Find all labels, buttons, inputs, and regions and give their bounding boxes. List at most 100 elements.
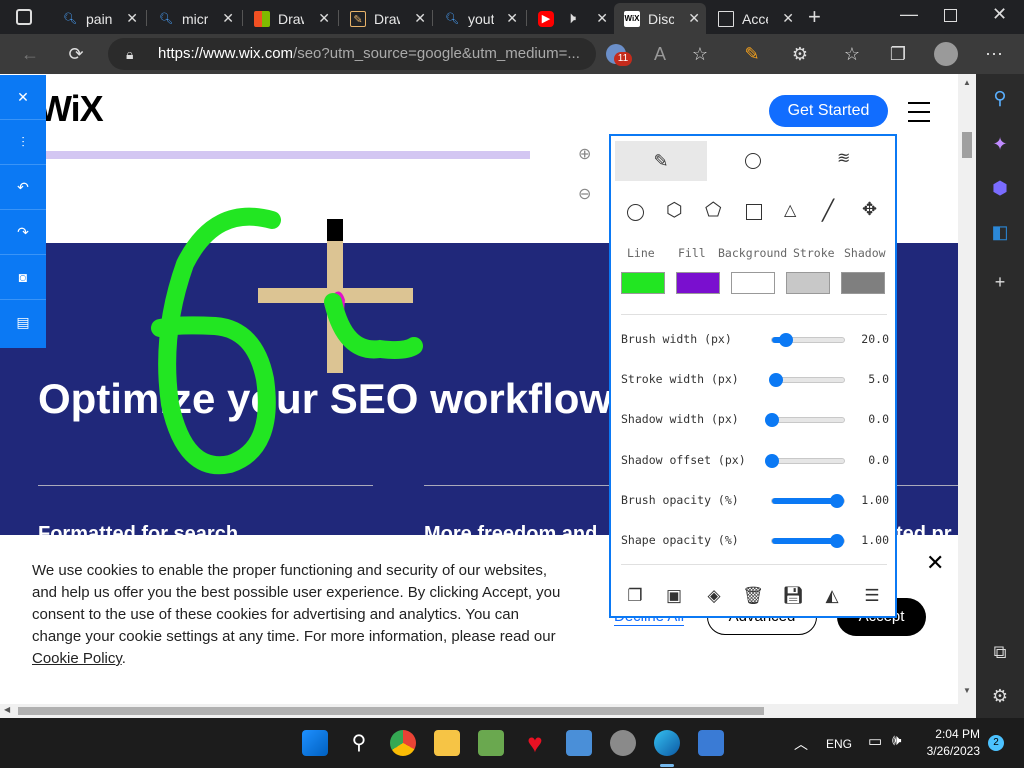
network-icon[interactable]: ▭	[868, 732, 882, 750]
settings-app-icon[interactable]	[610, 730, 636, 756]
chrome-icon[interactable]	[390, 730, 416, 756]
clock-time[interactable]: 2:04 PM	[930, 727, 980, 741]
slider-track[interactable]	[771, 494, 845, 508]
close-icon[interactable]: ✕	[782, 10, 794, 27]
circle-tool-icon[interactable]	[627, 204, 644, 221]
settings-gear-icon[interactable]: ⚙	[988, 684, 1012, 708]
scroll-down-arrow[interactable]: ▼	[963, 686, 971, 695]
print-icon[interactable]: ▤	[0, 300, 46, 345]
close-icon[interactable]: ✕	[126, 10, 138, 27]
close-icon[interactable]: ✕	[318, 10, 330, 27]
slider-thumb[interactable]	[765, 413, 779, 427]
close-icon[interactable]: ✕	[414, 10, 426, 27]
stroke-color-swatch[interactable]	[786, 272, 830, 294]
triangle-tool-icon[interactable]: △	[784, 200, 796, 220]
photos-icon[interactable]	[566, 730, 592, 756]
minimize-button[interactable]: —	[900, 4, 918, 25]
store-icon[interactable]	[698, 730, 724, 756]
scroll-left-arrow[interactable]: ◀	[4, 705, 10, 714]
extensions-icon[interactable]: ⚙	[788, 42, 812, 66]
tab-paint[interactable]: 🔍︎ pain ✕	[52, 3, 144, 34]
square-tool-icon[interactable]	[746, 204, 762, 220]
pencil-extension-icon[interactable]: ✎	[740, 42, 764, 66]
camera-icon[interactable]: ◙	[0, 255, 46, 300]
tab-pencil[interactable]: ✎	[615, 141, 707, 181]
tab-brush-settings-icon[interactable]: ≋	[837, 148, 850, 168]
search-icon[interactable]: ⚲	[346, 730, 372, 756]
close-icon[interactable]: ✕	[506, 10, 518, 27]
slider-track[interactable]	[765, 413, 845, 427]
back-arrow-icon[interactable]: ←	[18, 42, 42, 66]
windows-start-icon[interactable]	[302, 730, 328, 756]
move-tool-icon[interactable]: ✥	[862, 199, 877, 220]
horizontal-scrollbar[interactable]: ◀	[0, 704, 976, 718]
tab-acce[interactable]: Acce ✕	[708, 3, 800, 34]
new-tab-button[interactable]: +	[808, 4, 821, 30]
line-tool-icon[interactable]: ╱	[822, 198, 834, 223]
tab-circle[interactable]	[745, 153, 761, 169]
collections-icon[interactable]: ❐	[886, 42, 910, 66]
paste-icon[interactable]: ▣	[662, 584, 686, 608]
settings-sliders-icon[interactable]: ⫶	[0, 120, 46, 165]
slider-thumb[interactable]	[779, 333, 794, 347]
scrollbar-thumb[interactable]	[962, 132, 972, 158]
favorites-icon[interactable]: ☆	[840, 42, 864, 66]
save-icon[interactable]: 💾︎	[781, 584, 805, 608]
slider-thumb[interactable]	[829, 534, 844, 548]
outlook-icon[interactable]: ◧	[988, 220, 1012, 244]
tray-chevron-icon[interactable]: ︿	[794, 734, 808, 754]
slider-thumb[interactable]	[829, 494, 844, 508]
copilot-sparkle-icon[interactable]: ✦	[988, 132, 1012, 156]
scrollbar-thumb[interactable]	[18, 707, 764, 715]
add-icon[interactable]: +	[988, 270, 1012, 294]
file-explorer-icon[interactable]	[434, 730, 460, 756]
scroll-up-arrow[interactable]: ▲	[963, 78, 971, 87]
copy-icon[interactable]: ❐	[623, 584, 647, 608]
refresh-icon[interactable]: ⟳	[64, 42, 88, 66]
background-color-swatch[interactable]	[731, 272, 775, 294]
trash-icon[interactable]: 🗑︎	[741, 584, 765, 608]
tab-draw-2[interactable]: ✎ Draw ✕	[340, 3, 432, 34]
games-icon[interactable]: ⬢	[988, 176, 1012, 200]
line-color-swatch[interactable]	[621, 272, 665, 294]
tab-actions-icon[interactable]	[16, 9, 32, 25]
tab-youtube[interactable]: ▶ 🕨 ✕	[528, 3, 614, 34]
fill-bucket-icon[interactable]: ◭	[820, 584, 844, 608]
undo-icon[interactable]: ↶	[0, 165, 46, 210]
lock-icon[interactable]: 🔒︎	[126, 38, 133, 70]
close-panel-button[interactable]: ✕	[0, 75, 46, 120]
tab-yout[interactable]: 🔍︎ yout ✕	[434, 3, 524, 34]
octagon-tool-icon[interactable]: ⬠	[705, 199, 722, 222]
hexagon-tool-icon[interactable]: ⬡	[666, 199, 683, 222]
read-aloud-icon[interactable]: A	[648, 42, 672, 66]
slider-track[interactable]	[765, 454, 845, 468]
vertical-scrollbar[interactable]: ▲ ▼	[958, 74, 976, 704]
address-bar[interactable]: 🔒︎ https://www.wix.com/seo?utm_source=go…	[108, 38, 596, 70]
slider-track[interactable]	[768, 373, 845, 387]
maximize-button[interactable]	[944, 9, 957, 22]
adjust-sliders-icon[interactable]: ☰	[860, 584, 884, 608]
tab-draw-1[interactable]: Draw ✕	[244, 3, 336, 34]
close-icon[interactable]: ✕	[222, 10, 234, 27]
close-icon[interactable]: ✕	[688, 10, 700, 27]
slider-track[interactable]	[771, 333, 845, 347]
profile-avatar[interactable]	[934, 42, 958, 66]
search-icon[interactable]: ⚲	[988, 86, 1012, 110]
edge-icon[interactable]	[654, 730, 680, 756]
notification-badge[interactable]: 2	[988, 735, 1004, 751]
tab-micr[interactable]: 🔍︎ micr ✕	[148, 3, 240, 34]
slider-thumb[interactable]	[765, 454, 779, 468]
language-indicator[interactable]: ENG	[826, 737, 852, 751]
add-favorite-icon[interactable]: ☆	[688, 42, 712, 66]
heart-app-icon[interactable]: ♥	[522, 730, 548, 756]
redo-icon[interactable]: ↷	[0, 210, 46, 255]
slider-track[interactable]	[771, 534, 845, 548]
close-window-button[interactable]: ✕	[992, 4, 1007, 25]
clock-date[interactable]: 3/26/2023	[920, 744, 980, 758]
more-menu-icon[interactable]: ⋯	[982, 42, 1006, 66]
notepad-icon[interactable]	[478, 730, 504, 756]
close-icon[interactable]: ✕	[596, 10, 608, 27]
shadow-color-swatch[interactable]	[841, 272, 885, 294]
slider-thumb[interactable]	[768, 373, 783, 387]
eraser-icon[interactable]: ◈	[702, 584, 726, 608]
